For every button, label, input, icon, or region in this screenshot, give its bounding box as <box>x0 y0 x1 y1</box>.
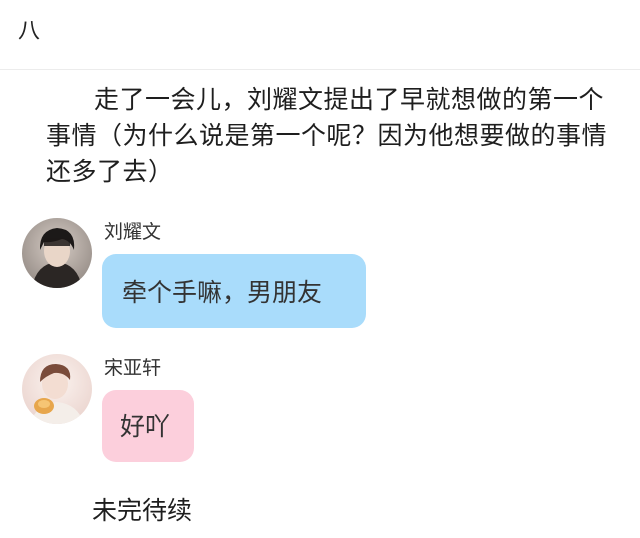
avatar-light-portrait-icon[interactable] <box>22 354 92 424</box>
chat-message-row: 宋亚轩 好吖 <box>0 350 640 470</box>
sender-name: 宋亚轩 <box>104 357 162 379</box>
message-bubble[interactable]: 好吖 <box>102 390 194 462</box>
avatar-dark-hair-icon[interactable] <box>22 218 92 288</box>
header-bar: 八 <box>0 0 640 70</box>
chapter-title: 八 <box>18 19 41 44</box>
chat-message-row: 刘耀文 牵个手嘛，男朋友 <box>0 214 640 334</box>
narration-paragraph: 走了一会儿，刘耀文提出了早就想做的第一个事情（为什么说是第一个呢？因为他想要做的… <box>46 85 608 186</box>
to-be-continued-text: 未完待续 <box>92 496 193 525</box>
chat-story-page: 八 走了一会儿，刘耀文提出了早就想做的第一个事情（为什么说是第一个呢？因为他想要… <box>0 0 640 538</box>
message-bubble[interactable]: 牵个手嘛，男朋友 <box>102 254 366 328</box>
sender-name: 刘耀文 <box>104 221 162 243</box>
